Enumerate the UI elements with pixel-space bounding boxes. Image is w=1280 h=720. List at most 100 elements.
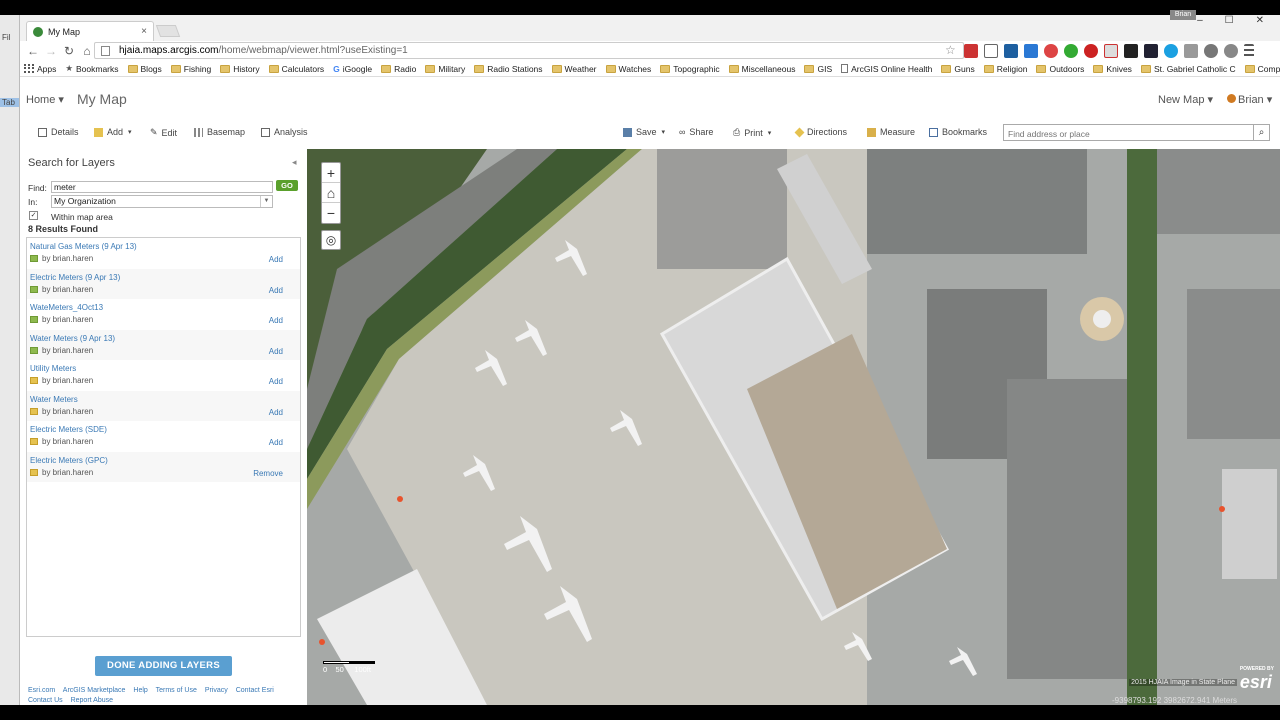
forward-arrow-icon[interactable]: → (42, 44, 60, 58)
analysis-button[interactable]: Analysis (261, 127, 308, 137)
share-button[interactable]: ∞ Share (679, 127, 713, 137)
footer-link-privacy[interactable]: Privacy (205, 687, 228, 694)
navy-extension-icon[interactable] (1144, 44, 1158, 58)
basemap-button[interactable]: Basemap (194, 127, 245, 137)
search-icon[interactable]: ⌕ (1253, 124, 1270, 141)
footer-link-help[interactable]: Help (133, 687, 147, 694)
dark-extension-icon[interactable] (1124, 44, 1138, 58)
bookmark-star-icon[interactable]: ☆ (945, 43, 956, 57)
measure-button[interactable]: Measure (867, 127, 915, 137)
bookmark-arcgis-health[interactable]: ArcGIS Online Health (841, 64, 932, 74)
new-map-menu[interactable]: New Map ▾ (1158, 93, 1213, 106)
footer-link-marketplace[interactable]: ArcGIS Marketplace (63, 687, 126, 694)
new-tab-button[interactable] (155, 25, 181, 37)
result-title[interactable]: Utility Meters (30, 364, 76, 373)
reload-icon[interactable]: ↻ (60, 44, 78, 58)
result-title[interactable]: Electric Meters (9 Apr 13) (30, 273, 120, 282)
save-button[interactable]: Save ▾ (623, 127, 665, 137)
bookmark-weather[interactable]: Weather (551, 64, 597, 74)
add-layer-button[interactable]: Add (269, 438, 283, 447)
within-map-area-checkbox[interactable]: ✓ (29, 211, 38, 220)
footer-link-contact-us[interactable]: Contact Us (28, 697, 63, 704)
map-view[interactable]: + ⌂ − ◎ 0 50 100ft 2015 HJAIA Image in S… (307, 149, 1280, 705)
user-menu[interactable]: Brian ▾ (1227, 93, 1272, 106)
bookmark-apps[interactable]: Apps (24, 63, 56, 74)
add-layer-button[interactable]: Add (269, 286, 283, 295)
back-arrow-icon[interactable]: ← (24, 44, 42, 58)
circle-extension-icon[interactable] (1204, 44, 1218, 58)
done-adding-layers-button[interactable]: DONE ADDING LAYERS (95, 656, 232, 676)
maximize-button[interactable]: ☐ (1225, 15, 1234, 29)
esri-logo[interactable]: POWERED BY esri (1240, 666, 1274, 693)
go-button[interactable]: GO (276, 180, 298, 191)
result-title[interactable]: Electric Meters (SDE) (30, 425, 107, 434)
url-input[interactable]: hjaia.maps.arcgis.com/home/webmap/viewer… (94, 42, 964, 59)
bookmark-radio[interactable]: Radio (381, 64, 416, 74)
locate-icon[interactable]: ◎ (321, 230, 341, 250)
result-title[interactable]: Electric Meters (GPC) (30, 456, 108, 465)
layer-search-input[interactable]: meter (51, 181, 273, 193)
close-window-button[interactable]: ✕ (1256, 15, 1264, 29)
bookmark-religion[interactable]: Religion (983, 64, 1027, 74)
gmail-extension-icon[interactable] (964, 44, 978, 58)
skype-extension-icon[interactable] (1164, 44, 1178, 58)
tab-my-map[interactable]: My Map × (26, 21, 154, 41)
add-layer-button[interactable]: Add (269, 347, 283, 356)
window-user-badge[interactable]: Brian (1170, 10, 1196, 20)
bookmark-outdoors[interactable]: Outdoors (1036, 64, 1084, 74)
minimize-button[interactable]: – (1197, 15, 1203, 29)
footer-link-esri[interactable]: Esri.com (28, 687, 55, 694)
green-extension-icon[interactable] (1064, 44, 1078, 58)
news-extension-icon[interactable] (1104, 44, 1118, 58)
edit-button[interactable]: ✎ Edit (150, 127, 177, 138)
bookmark-topographic[interactable]: Topographic (660, 64, 720, 74)
screen-extension-icon[interactable] (984, 44, 998, 58)
default-extent-home-icon[interactable]: ⌂ (322, 183, 340, 203)
add-layer-button[interactable]: Add (269, 316, 283, 325)
collapse-panel-icon[interactable]: ◂ (292, 157, 297, 168)
result-title[interactable]: WateMeters_4Oct13 (30, 303, 103, 312)
remove-layer-button[interactable]: Remove (253, 469, 283, 478)
bookmark-history[interactable]: History (220, 64, 260, 74)
bookmark-igoogle[interactable]: GiGoogle (333, 64, 372, 74)
add-layer-button[interactable]: Add (269, 408, 283, 417)
details-button[interactable]: Details (38, 127, 79, 137)
home-menu[interactable]: Home ▾ (26, 93, 64, 106)
result-title[interactable]: Water Meters (9 Apr 13) (30, 334, 115, 343)
scope-select[interactable]: My Organization ▼ (51, 195, 273, 208)
footer-link-report-abuse[interactable]: Report Abuse (71, 697, 113, 704)
address-search-input[interactable] (1003, 124, 1255, 141)
bookmark-watches[interactable]: Watches (605, 64, 651, 74)
pinterest-extension-icon[interactable] (1084, 44, 1098, 58)
add-button[interactable]: Add ▾ (94, 127, 132, 137)
zoom-out-button[interactable]: − (322, 203, 340, 223)
bookmark-calculators[interactable]: Calculators (268, 64, 324, 74)
bookmark-military[interactable]: Military (425, 64, 465, 74)
bookmarks-button[interactable]: Bookmarks (929, 127, 987, 137)
print-button[interactable]: ⎙ Print ▾ (733, 127, 771, 138)
bookmark-miscellaneous[interactable]: Miscellaneous (728, 64, 795, 74)
bookmark-bookmarks[interactable]: ★ Bookmarks (65, 63, 118, 74)
directions-button[interactable]: Directions (794, 127, 847, 137)
add-layer-button[interactable]: Add (269, 377, 283, 386)
red-extension-icon[interactable] (1044, 44, 1058, 58)
tools-extension-icon[interactable] (1184, 44, 1198, 58)
bookmark-computers[interactable]: Computers (1244, 64, 1280, 74)
blue-extension-icon[interactable] (1024, 44, 1038, 58)
s-extension-icon[interactable] (1004, 44, 1018, 58)
cloud-extension-icon[interactable] (1224, 44, 1238, 58)
result-title[interactable]: Natural Gas Meters (9 Apr 13) (30, 242, 137, 251)
footer-link-contact-esri[interactable]: Contact Esri (236, 687, 274, 694)
zoom-in-button[interactable]: + (322, 163, 340, 183)
tab-close-icon[interactable]: × (141, 26, 147, 37)
bookmark-fishing[interactable]: Fishing (170, 64, 211, 74)
result-title[interactable]: Water Meters (30, 395, 78, 404)
bookmark-radio-stations[interactable]: Radio Stations (474, 64, 543, 74)
bookmark-st-gabriel[interactable]: St. Gabriel Catholic C (1140, 64, 1236, 74)
add-layer-button[interactable]: Add (269, 255, 283, 264)
bookmark-knives[interactable]: Knives (1093, 64, 1132, 74)
bookmark-guns[interactable]: Guns (941, 64, 975, 74)
bookmark-gis[interactable]: GIS (804, 64, 832, 74)
bookmark-blogs[interactable]: Blogs (127, 64, 162, 74)
menu-icon[interactable] (1244, 44, 1254, 58)
